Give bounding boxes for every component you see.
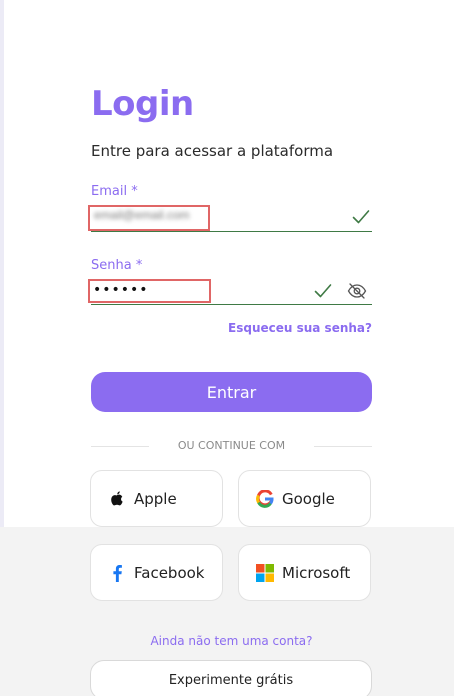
password-check-icon bbox=[314, 283, 332, 304]
apple-login-label: Apple bbox=[134, 489, 177, 508]
divider-text: OU CONTINUE COM bbox=[177, 439, 286, 452]
free-trial-button[interactable]: Experimente grátis bbox=[90, 660, 372, 696]
eye-off-icon[interactable] bbox=[347, 282, 367, 305]
password-label-text: Senha bbox=[91, 258, 132, 273]
signup-prompt: Ainda não tem uma conta? bbox=[150, 634, 313, 648]
microsoft-login-button[interactable]: Microsoft bbox=[238, 544, 371, 601]
password-required-mark: * bbox=[135, 258, 143, 273]
login-submit-button[interactable]: Entrar bbox=[91, 372, 372, 412]
facebook-login-label: Facebook bbox=[134, 563, 205, 582]
google-login-button[interactable]: Google bbox=[238, 470, 371, 527]
facebook-icon bbox=[108, 564, 126, 582]
forgot-password-link[interactable]: Esqueceu sua senha? bbox=[228, 321, 372, 335]
microsoft-icon bbox=[256, 563, 274, 582]
page-title: Login bbox=[91, 84, 194, 124]
page-subtitle: Entre para acessar a plataforma bbox=[91, 142, 334, 160]
google-icon bbox=[256, 489, 274, 508]
email-label-text: Email bbox=[91, 184, 128, 199]
email-check-icon bbox=[352, 209, 370, 230]
password-underline bbox=[91, 304, 372, 305]
email-underline bbox=[91, 231, 372, 232]
email-required-mark: * bbox=[131, 184, 138, 199]
facebook-login-button[interactable]: Facebook bbox=[90, 544, 223, 601]
password-label: Senha * bbox=[91, 258, 142, 273]
apple-login-button[interactable]: Apple bbox=[90, 470, 223, 527]
microsoft-login-label: Microsoft bbox=[282, 563, 351, 582]
google-login-label: Google bbox=[282, 489, 335, 508]
apple-icon bbox=[108, 490, 126, 508]
password-highlight-box bbox=[88, 279, 211, 303]
email-label: Email * bbox=[91, 184, 138, 199]
email-highlight-box bbox=[88, 205, 210, 231]
